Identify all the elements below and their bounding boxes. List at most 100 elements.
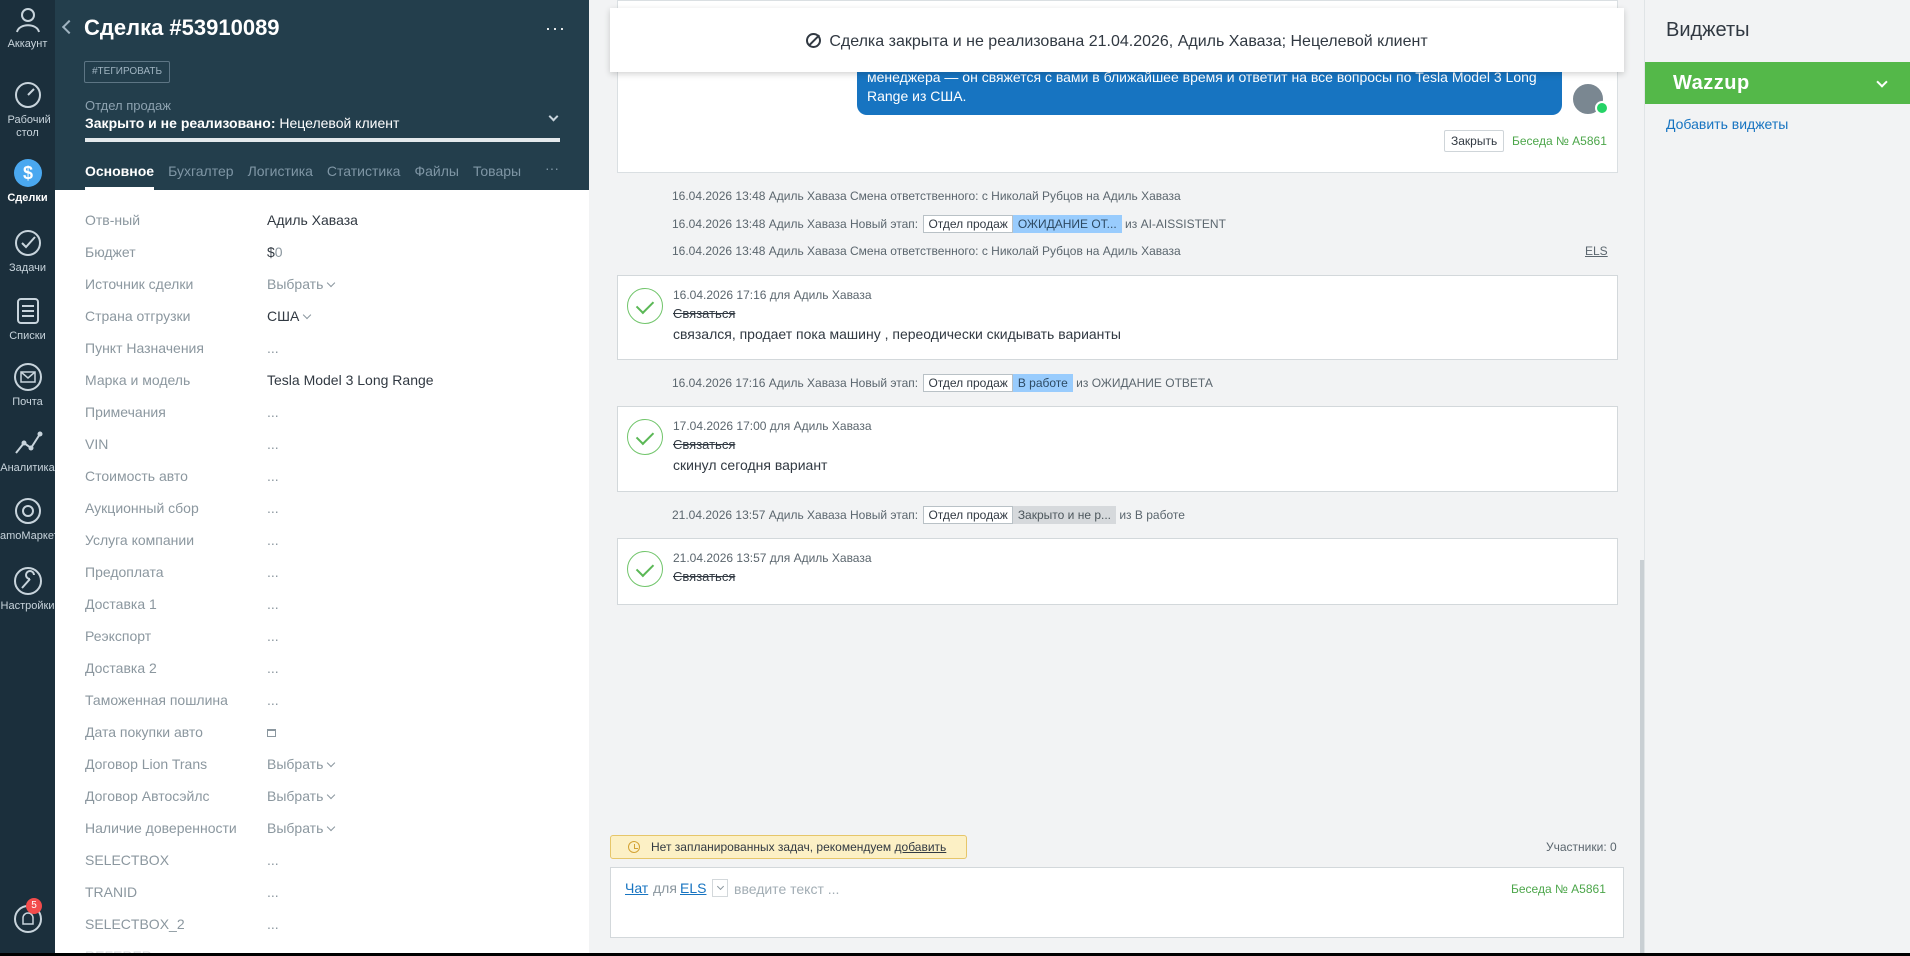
- task-card: 17.04.2026 17:00 для Адиль Хаваза Связат…: [617, 406, 1618, 492]
- field-destination[interactable]: Пункт Назначения...: [85, 334, 555, 366]
- field-label: Отв-ный: [85, 212, 141, 228]
- nav-account[interactable]: Аккаунт: [0, 4, 55, 51]
- nav-lists-label: Списки: [9, 330, 46, 342]
- checkmark-circle-icon[interactable]: [627, 419, 663, 455]
- pipeline-progress-bar: [85, 138, 560, 142]
- nav-tasks[interactable]: Задачи: [0, 228, 55, 275]
- checkmark-circle-icon[interactable]: [627, 551, 663, 587]
- field-country[interactable]: Страна отгрузки США: [85, 302, 555, 334]
- date-picker[interactable]: [267, 724, 276, 740]
- field-reexport[interactable]: Реэкспорт...: [85, 622, 555, 654]
- tab-products[interactable]: Товары: [473, 160, 521, 190]
- add-task-link[interactable]: добавить: [895, 840, 947, 854]
- field-value[interactable]: Tesla Model 3 Long Range: [267, 372, 434, 388]
- field-power-of-attorney[interactable]: Наличие доверенности Выбрать: [85, 814, 555, 846]
- select-value: США: [267, 308, 300, 324]
- field-selectbox[interactable]: SELECTBOX...: [85, 846, 555, 878]
- field-value[interactable]: ...: [267, 852, 279, 868]
- task-meta: 16.04.2026 17:16 для Адиль Хаваза: [673, 288, 872, 302]
- nav-market-label: amoМаркет: [0, 530, 59, 542]
- field-notes[interactable]: Примечания...: [85, 398, 555, 430]
- field-prepayment[interactable]: Предоплата...: [85, 558, 555, 590]
- field-value[interactable]: ...: [267, 916, 279, 932]
- event-text: 16.04.2026 13:48 Адиль Хаваза Новый этап…: [672, 217, 919, 231]
- nav-tasks-label: Задачи: [9, 262, 46, 274]
- conversation-link[interactable]: Беседа № A5861: [1512, 134, 1607, 148]
- field-value[interactable]: ...: [267, 340, 279, 356]
- mail-icon: [13, 363, 42, 391]
- field-budget[interactable]: Бюджет $0: [85, 238, 555, 270]
- field-contract-lion-trans[interactable]: Договор Lion Trans Выбрать: [85, 750, 555, 782]
- pipeline-status[interactable]: Закрыто и не реализовано: Нецелевой клие…: [85, 115, 399, 131]
- field-responsible[interactable]: Отв-ный Адиль Хаваза: [85, 206, 555, 238]
- field-contract-autosales[interactable]: Договор Автосэйлс Выбрать: [85, 782, 555, 814]
- field-value[interactable]: ...: [267, 436, 279, 452]
- tab-files[interactable]: Файлы: [414, 160, 458, 190]
- tab-accounting[interactable]: Бухгалтер: [168, 160, 233, 190]
- nav-analytics[interactable]: Аналитика: [0, 428, 55, 475]
- recipient-dropdown[interactable]: [712, 879, 728, 897]
- field-value[interactable]: ...: [267, 468, 279, 484]
- field-make-model[interactable]: Марка и модель Tesla Model 3 Long Range: [85, 366, 555, 398]
- field-select[interactable]: Выбрать: [267, 788, 336, 804]
- user-icon: [15, 8, 40, 33]
- els-link[interactable]: ELS: [1585, 244, 1608, 258]
- field-value[interactable]: ...: [267, 404, 279, 420]
- message-input[interactable]: [734, 878, 1434, 900]
- field-value[interactable]: ...: [267, 500, 279, 516]
- nav-lists[interactable]: Списки: [0, 296, 55, 343]
- recipient-link[interactable]: ELS: [680, 880, 706, 896]
- field-value[interactable]: ...: [267, 884, 279, 900]
- more-options-icon[interactable]: ···: [545, 18, 566, 39]
- checkmark-circle-icon[interactable]: [627, 288, 663, 324]
- field-vin[interactable]: VIN...: [85, 430, 555, 462]
- nav-analytics-label: Аналитика: [0, 462, 55, 474]
- nav-mail[interactable]: Почта: [0, 362, 55, 409]
- field-label: Доставка 2: [85, 660, 157, 676]
- tab-logistics[interactable]: Логистика: [248, 160, 313, 190]
- field-delivery-1[interactable]: Доставка 1...: [85, 590, 555, 622]
- field-value[interactable]: ...: [267, 564, 279, 580]
- field-auction-fee[interactable]: Аукционный сбор...: [85, 494, 555, 526]
- field-source[interactable]: Источник сделки Выбрать: [85, 270, 555, 302]
- field-label: Доставка 1: [85, 596, 157, 612]
- tab-main[interactable]: Основное: [85, 160, 155, 190]
- tabs-more-icon[interactable]: ···: [545, 160, 559, 176]
- feed-event: 16.04.2026 13:48 Адиль Хаваза Смена отве…: [672, 189, 1181, 203]
- field-label: Наличие доверенности: [85, 820, 237, 836]
- field-value[interactable]: ...: [267, 532, 279, 548]
- tab-statistics[interactable]: Статистика: [327, 160, 401, 190]
- nav-dashboard[interactable]: Рабочий стол: [0, 80, 55, 140]
- field-value[interactable]: $0: [267, 244, 283, 260]
- nav-market[interactable]: amoМаркет: [0, 496, 59, 543]
- tag-button[interactable]: #ТЕГИРОВАТЬ: [84, 61, 171, 83]
- field-value[interactable]: ...: [267, 596, 279, 612]
- field-select[interactable]: США: [267, 308, 312, 324]
- nav-leads[interactable]: $ Сделки: [0, 158, 55, 205]
- field-tranid[interactable]: TRANID...: [85, 878, 555, 910]
- participants-count[interactable]: Участники: 0: [1546, 840, 1617, 854]
- close-chat-button[interactable]: Закрыть: [1444, 130, 1505, 152]
- field-delivery-2[interactable]: Доставка 2...: [85, 654, 555, 686]
- field-select[interactable]: Выбрать: [267, 756, 336, 772]
- add-widgets-link[interactable]: Добавить виджеты: [1666, 116, 1788, 132]
- field-label: Источник сделки: [85, 276, 194, 292]
- field-value[interactable]: ...: [267, 692, 279, 708]
- task-title: Связаться: [673, 569, 736, 584]
- field-value[interactable]: ...: [267, 660, 279, 676]
- chat-type-link[interactable]: Чат: [625, 880, 648, 896]
- feed-event: 16.04.2026 13:48 Адиль Хаваза Смена отве…: [672, 244, 1181, 258]
- field-value[interactable]: ...: [267, 628, 279, 644]
- field-value[interactable]: Адиль Хаваза: [267, 212, 358, 228]
- field-select[interactable]: Выбрать: [267, 276, 336, 292]
- nav-settings[interactable]: Настройки: [0, 566, 55, 613]
- composer-conversation-link[interactable]: Беседа № A5861: [1511, 882, 1606, 896]
- field-car-price[interactable]: Стоимость авто...: [85, 462, 555, 494]
- field-label: Таможенная пошлина: [85, 692, 228, 708]
- field-purchase-date[interactable]: Дата покупки авто: [85, 718, 555, 750]
- wazzup-widget[interactable]: Wazzup: [1645, 62, 1910, 104]
- field-company-service[interactable]: Услуга компании...: [85, 526, 555, 558]
- field-select[interactable]: Выбрать: [267, 820, 336, 836]
- field-selectbox-2[interactable]: SELECTBOX_2...: [85, 910, 555, 942]
- field-customs-duty[interactable]: Таможенная пошлина...: [85, 686, 555, 718]
